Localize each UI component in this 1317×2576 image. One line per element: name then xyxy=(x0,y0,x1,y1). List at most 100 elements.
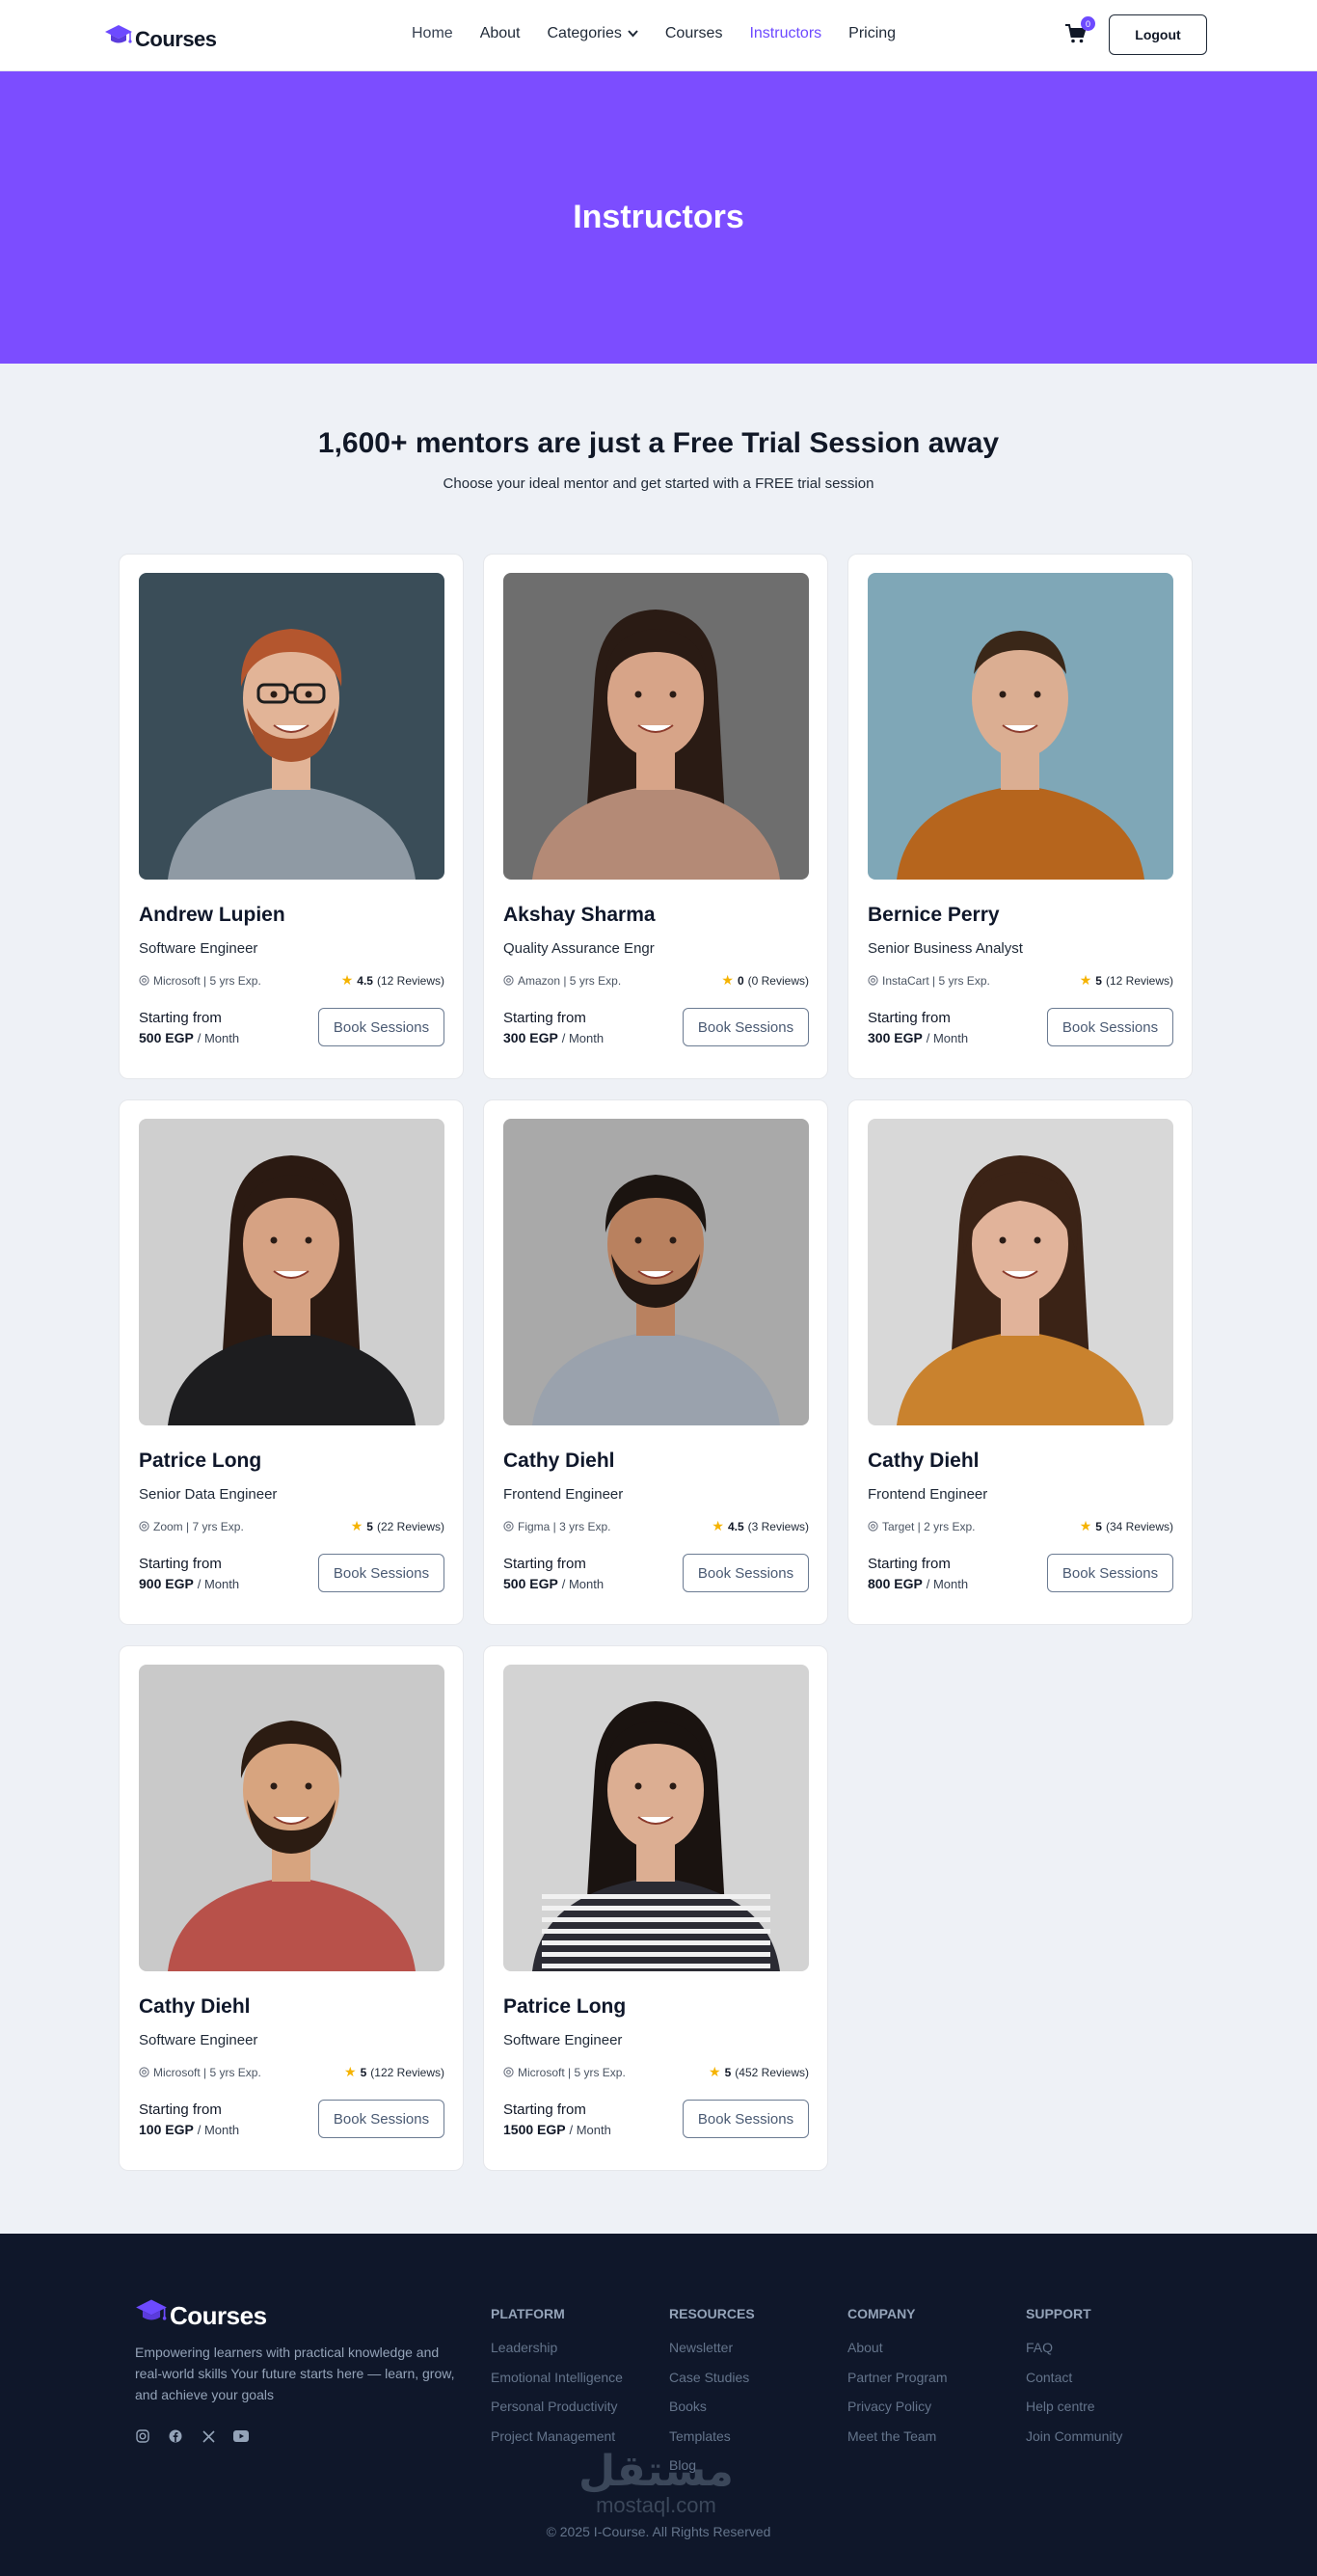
x-icon[interactable] xyxy=(201,2428,216,2444)
book-sessions-button[interactable]: Book Sessions xyxy=(318,1008,444,1046)
instructor-meta: Figma | 3 yrs Exp. ★ 4.5 (3 Reviews) xyxy=(503,1518,809,1534)
price: 100 EGP / Month xyxy=(139,2122,239,2137)
instructor-name[interactable]: Cathy Diehl xyxy=(868,1450,1173,1473)
chevron-down-icon xyxy=(628,30,638,38)
brand-name: Courses xyxy=(135,26,217,51)
brand-logo[interactable]: Courses xyxy=(104,21,297,50)
footer-logo[interactable]: Courses xyxy=(135,2295,463,2328)
footer-link[interactable]: Contact xyxy=(1026,2363,1122,2393)
price-label: Starting from xyxy=(503,1555,586,1572)
footer-link[interactable]: Project Management xyxy=(491,2422,623,2452)
footer-link[interactable]: Meet the Team xyxy=(847,2422,947,2452)
review-count: (34 Reviews) xyxy=(1105,1519,1173,1533)
youtube-icon[interactable] xyxy=(233,2428,249,2444)
rating: ★ 4.5 (12 Reviews) xyxy=(341,972,444,989)
price-block: Starting from 1500 EGP / Month xyxy=(503,2101,611,2137)
instructor-name[interactable]: Patrice Long xyxy=(503,1995,809,2019)
footer-link[interactable]: Emotional Intelligence xyxy=(491,2363,623,2393)
intro-section: 1,600+ mentors are just a Free Trial Ses… xyxy=(0,364,1317,554)
footer-link[interactable]: Leadership xyxy=(491,2333,623,2363)
price-value: 500 EGP xyxy=(139,1029,194,1045)
price: 800 EGP / Month xyxy=(868,1576,968,1591)
review-count: (122 Reviews) xyxy=(370,2065,444,2079)
footer-link[interactable]: Newsletter xyxy=(669,2333,755,2363)
price-block: Starting from 100 EGP / Month xyxy=(139,2101,239,2137)
review-count: (12 Reviews) xyxy=(376,973,444,988)
instructor-name[interactable]: Cathy Diehl xyxy=(139,1995,444,2019)
page-title: Instructors xyxy=(573,199,744,235)
instructor-role: Software Engineer xyxy=(503,2032,623,2048)
instructor-name[interactable]: Andrew Lupien xyxy=(139,904,444,927)
footer-link[interactable]: Join Community xyxy=(1026,2422,1122,2452)
price: 900 EGP / Month xyxy=(139,1576,239,1591)
instructor-name[interactable]: Patrice Long xyxy=(139,1450,444,1473)
book-sessions-button[interactable]: Book Sessions xyxy=(683,1554,809,1592)
nav-about[interactable]: About xyxy=(480,25,521,42)
review-count: (12 Reviews) xyxy=(1105,973,1173,988)
rating: ★ 5 (12 Reviews) xyxy=(1080,972,1173,989)
price-block: Starting from 300 EGP / Month xyxy=(868,1010,968,1045)
at-sign-icon xyxy=(503,1521,514,1532)
footer-link[interactable]: FAQ xyxy=(1026,2333,1122,2363)
company-experience: Microsoft | 5 yrs Exp. xyxy=(139,2066,261,2079)
instructor-role: Senior Business Analyst xyxy=(868,940,1023,957)
price-block: Starting from 500 EGP / Month xyxy=(503,1556,604,1591)
price: 300 EGP / Month xyxy=(868,1030,968,1045)
nav-instructors-label: Instructors xyxy=(749,25,822,41)
footer-brand: Courses Empowering learners with practic… xyxy=(135,2295,463,2444)
price-label: Starting from xyxy=(868,1009,951,1026)
nav-home[interactable]: Home xyxy=(412,25,453,42)
company-experience-text: Microsoft | 5 yrs Exp. xyxy=(153,2065,261,2079)
price-block: Starting from 900 EGP / Month xyxy=(139,1556,239,1591)
nav-categories[interactable]: Categories xyxy=(548,25,638,42)
nav-instructors[interactable]: Instructors xyxy=(749,25,821,42)
nav-courses[interactable]: Courses xyxy=(665,25,723,42)
at-sign-icon xyxy=(503,975,514,986)
company-experience: Amazon | 5 yrs Exp. xyxy=(503,974,621,988)
book-sessions-button[interactable]: Book Sessions xyxy=(683,1008,809,1046)
graduation-cap-icon xyxy=(136,2299,167,2320)
instructor-name[interactable]: Cathy Diehl xyxy=(503,1450,809,1473)
rating: ★ 5 (452 Reviews) xyxy=(709,2064,809,2080)
section-subheading: Choose your ideal mentor and get started… xyxy=(443,475,874,492)
footer-col-company: COMPANY About Partner Program Privacy Po… xyxy=(847,2306,947,2451)
book-sessions-button[interactable]: Book Sessions xyxy=(318,1554,444,1592)
footer-link[interactable]: Templates xyxy=(669,2422,755,2452)
price-label: Starting from xyxy=(139,2101,222,2118)
footer-link[interactable]: About xyxy=(847,2333,947,2363)
footer-link[interactable]: Privacy Policy xyxy=(847,2392,947,2422)
company-experience: Microsoft | 5 yrs Exp. xyxy=(503,2066,626,2079)
footer-col-title: SUPPORT xyxy=(1026,2306,1091,2321)
instructor-role: Quality Assurance Engr xyxy=(503,940,655,957)
star-icon: ★ xyxy=(350,1518,363,1533)
book-sessions-button[interactable]: Book Sessions xyxy=(1047,1008,1173,1046)
instructor-name[interactable]: Bernice Perry xyxy=(868,904,1173,927)
footer-link[interactable]: Partner Program xyxy=(847,2363,947,2393)
instructor-meta: Amazon | 5 yrs Exp. ★ 0 (0 Reviews) xyxy=(503,972,809,989)
book-sessions-button[interactable]: Book Sessions xyxy=(318,2100,444,2138)
footer-link[interactable]: Help centre xyxy=(1026,2392,1122,2422)
instructor-meta: Zoom | 7 yrs Exp. ★ 5 (22 Reviews) xyxy=(139,1518,444,1534)
cart-button[interactable]: 0 xyxy=(1064,16,1095,47)
footer-link[interactable]: Books xyxy=(669,2392,755,2422)
footer-link[interactable]: Case Studies xyxy=(669,2363,755,2393)
instagram-icon[interactable] xyxy=(135,2428,150,2444)
instructor-name[interactable]: Akshay Sharma xyxy=(503,904,809,927)
price-value: 300 EGP xyxy=(503,1029,558,1045)
company-experience-text: Target | 2 yrs Exp. xyxy=(882,1519,976,1533)
book-sessions-button[interactable]: Book Sessions xyxy=(683,2100,809,2138)
instructor-card: Patrice Long Senior Data Engineer Zoom |… xyxy=(119,1099,464,1625)
price-period: / Month xyxy=(197,2122,240,2137)
logout-button[interactable]: Logout xyxy=(1109,14,1207,55)
rating-value: 0 xyxy=(737,973,744,988)
review-count: (0 Reviews) xyxy=(747,973,809,988)
book-sessions-button[interactable]: Book Sessions xyxy=(1047,1554,1173,1592)
price-row: Starting from 300 EGP / Month Book Sessi… xyxy=(503,1008,809,1046)
footer-link[interactable]: Personal Productivity xyxy=(491,2392,623,2422)
price-label: Starting from xyxy=(139,1009,222,1026)
nav-pricing[interactable]: Pricing xyxy=(848,25,896,42)
instructor-photo xyxy=(139,1119,444,1425)
facebook-icon[interactable] xyxy=(168,2428,183,2444)
copyright: © 2025 I-Course. All Rights Reserved xyxy=(546,2524,771,2539)
price: 300 EGP / Month xyxy=(503,1030,604,1045)
